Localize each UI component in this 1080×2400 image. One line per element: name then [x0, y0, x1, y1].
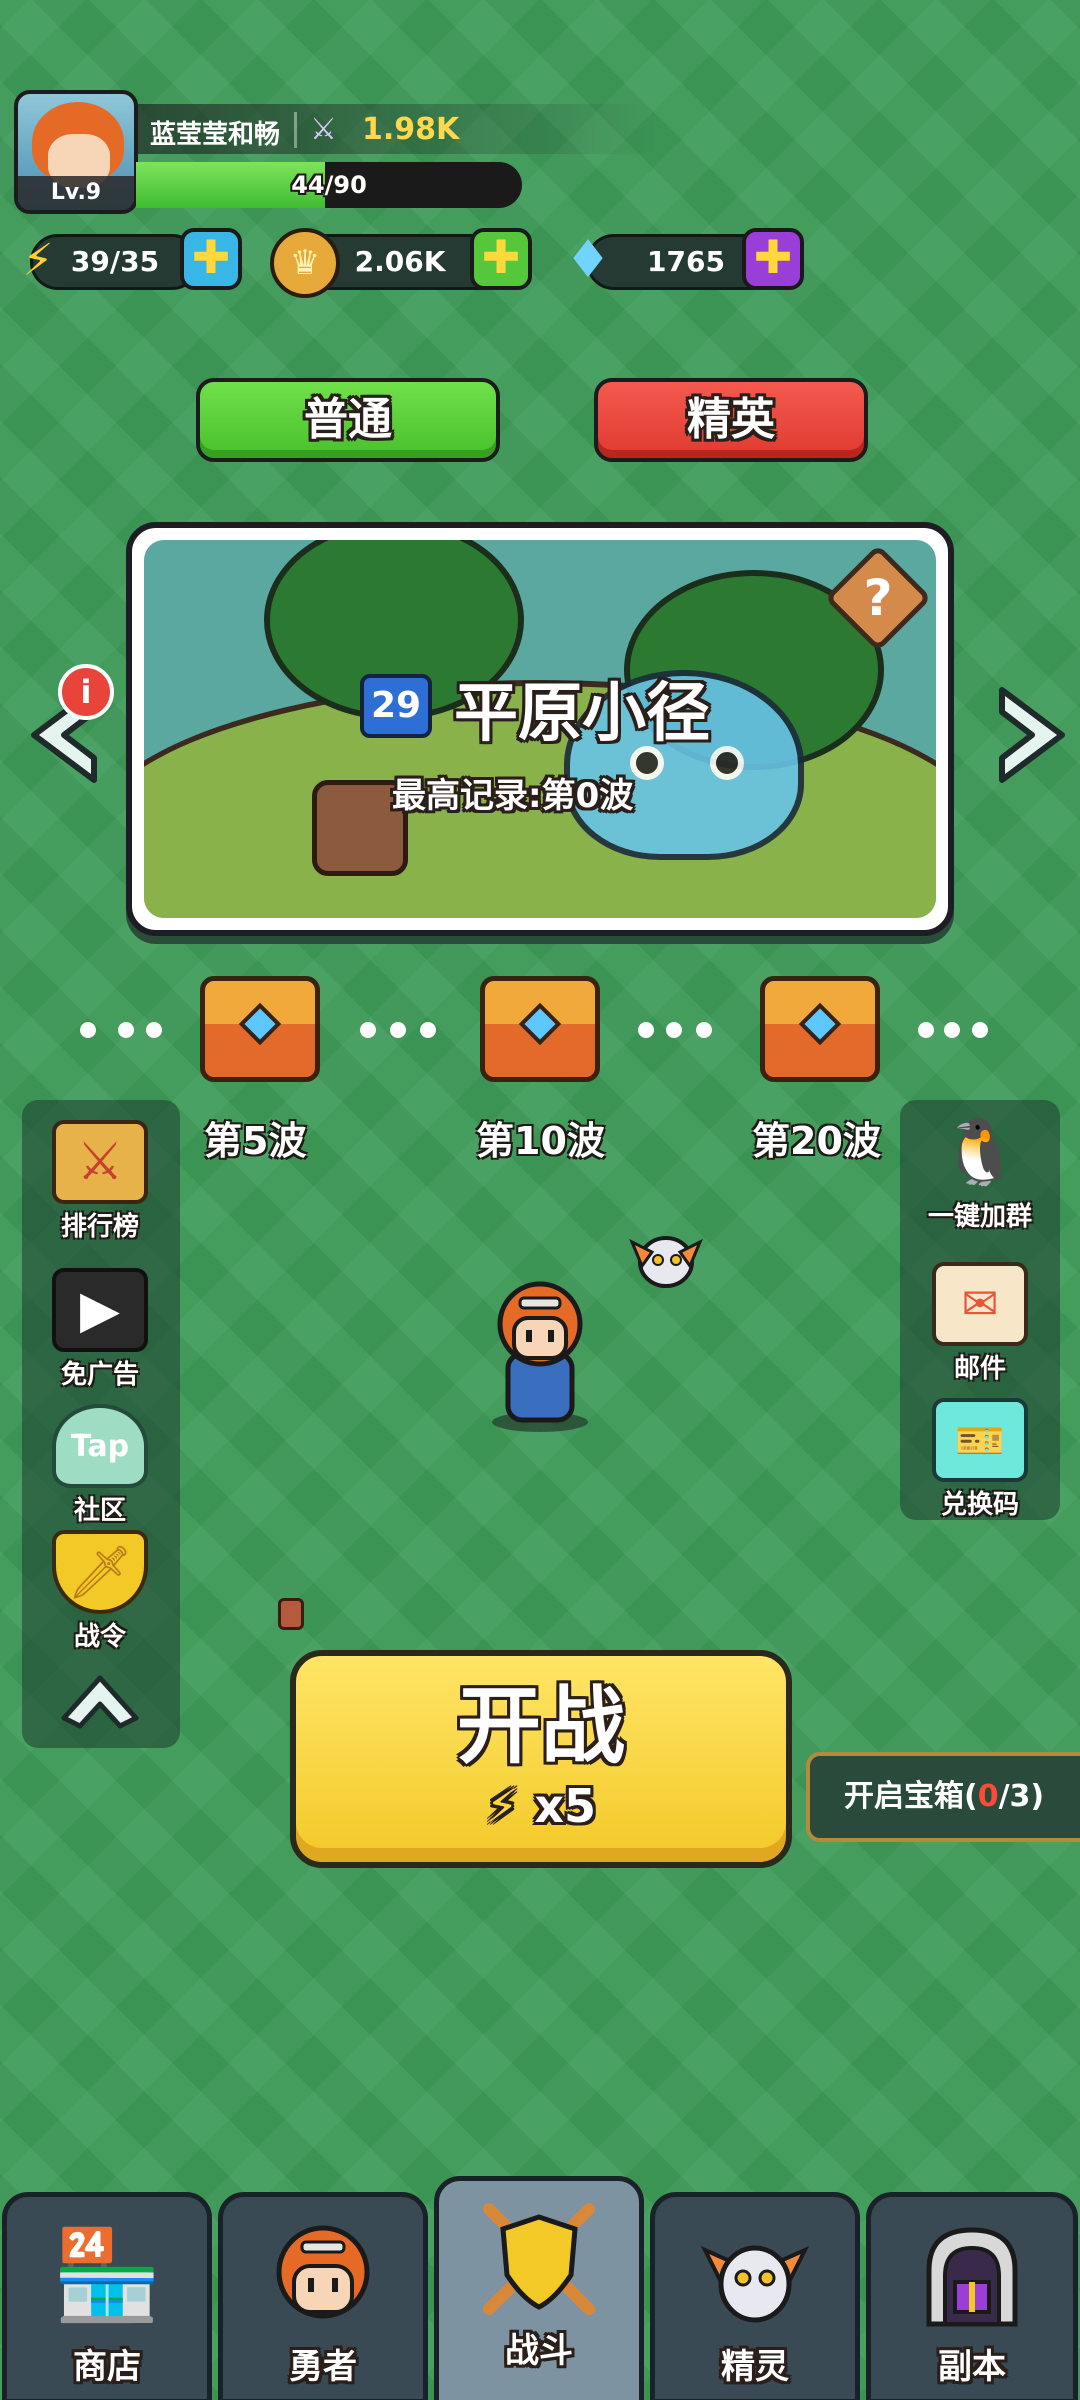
header-divider — [294, 112, 297, 148]
progress-dot — [390, 1022, 406, 1038]
stage-card[interactable]: ? 29 平原小径 最高记录:第0波 — [126, 522, 954, 936]
tap-cloud-icon: Tap — [52, 1404, 148, 1488]
nav-spirit-label: 精灵 — [721, 2347, 789, 2387]
dungeon-icon — [907, 2215, 1037, 2335]
progress-dot — [638, 1022, 654, 1038]
shield-sword-icon: 🗡 — [52, 1530, 148, 1614]
energy-cost: x5 — [534, 1779, 596, 1833]
progress-dot — [360, 1022, 376, 1038]
open-chest-button[interactable]: 开启宝箱(0/3) — [806, 1752, 1080, 1842]
progress-dot — [420, 1022, 436, 1038]
collapse-menu-chevron-up-icon[interactable] — [58, 1672, 142, 1732]
mail-label: 邮件 — [953, 1354, 1006, 1384]
player-avatar[interactable]: Lv.9 — [14, 90, 138, 214]
spirit-bird-icon — [700, 2245, 810, 2323]
elite-mode-button[interactable]: 精英 — [594, 378, 868, 462]
progress-dot — [666, 1022, 682, 1038]
add-energy-button[interactable]: ✚ — [180, 228, 242, 290]
no-ads-button[interactable]: ▶ 免广告 — [30, 1268, 170, 1391]
add-gold-button[interactable]: ✚ — [470, 228, 532, 290]
progress-dot — [696, 1022, 712, 1038]
start-battle-label: 开战 — [456, 1677, 625, 1775]
video-icon: ▶ — [52, 1268, 148, 1352]
player-name: 蓝莹莹和畅 — [150, 120, 281, 150]
chest-gem-icon — [238, 1002, 282, 1046]
open-chest-suffix: /3) — [998, 1779, 1045, 1814]
penguin-icon: 🐧 — [940, 1115, 1020, 1190]
ranking-button[interactable]: ⚔ 排行榜 — [30, 1120, 170, 1243]
community-label: 社区 — [73, 1496, 126, 1526]
progress-dot — [972, 1022, 988, 1038]
open-chest-count: 0 — [977, 1779, 999, 1814]
envelope-icon: ✉ — [932, 1262, 1028, 1346]
redeem-code-label: 兑换码 — [940, 1490, 1019, 1520]
next-stage-arrow-icon[interactable] — [994, 680, 1072, 790]
ticket-icon: 🎫 — [932, 1398, 1028, 1482]
stage-record: 最高记录:第0波 — [392, 776, 634, 816]
nav-battle[interactable]: 战斗 — [434, 2176, 644, 2400]
nav-shop[interactable]: 🏪 商店 — [2, 2192, 212, 2400]
ranking-icon: ⚔ — [52, 1120, 148, 1204]
info-icon[interactable]: i — [58, 664, 114, 720]
stage-preview: ? 29 平原小径 最高记录:第0波 — [144, 540, 936, 918]
chest-gem-icon — [798, 1002, 842, 1046]
start-battle-cost: ⚡ x5 — [296, 1776, 786, 1836]
nav-dungeon-label: 副本 — [938, 2347, 1006, 2387]
join-group-button[interactable]: 🐧 一键加群 — [910, 1110, 1050, 1233]
wave-20-label: 第20波 — [752, 1119, 881, 1163]
nav-hero-label: 勇者 — [289, 2347, 357, 2387]
nav-hero[interactable]: 勇者 — [218, 2192, 428, 2400]
small-stump — [278, 1598, 304, 1630]
progress-dot — [944, 1022, 960, 1038]
lightning-icon: ⚡ — [22, 234, 54, 286]
normal-mode-button[interactable]: 普通 — [196, 378, 500, 462]
combat-power: 1.98K — [362, 112, 460, 147]
progress-dot — [146, 1022, 162, 1038]
start-battle-button[interactable]: 开战 ⚡ x5 — [290, 1650, 792, 1868]
lightning-icon: ⚡ — [485, 1779, 519, 1833]
pet-spirit — [629, 1236, 703, 1288]
battle-pass-button[interactable]: 🗡 战令 — [30, 1530, 170, 1653]
nav-dungeon[interactable]: 副本 — [866, 2192, 1078, 2400]
chest-gem-icon — [518, 1002, 562, 1046]
progress-dot — [118, 1022, 134, 1038]
shield-swords-icon — [483, 2203, 595, 2315]
redeem-code-button[interactable]: 🎫 兑换码 — [910, 1398, 1050, 1521]
wave-10-chest[interactable] — [480, 976, 600, 1082]
progress-dot — [80, 1022, 96, 1038]
crown-coin-icon: ♛ — [270, 228, 340, 298]
progress-dot — [918, 1022, 934, 1038]
hero-icon — [258, 2215, 388, 2335]
community-button[interactable]: Tap 社区 — [30, 1404, 170, 1527]
question-mark-icon: ? — [863, 569, 893, 627]
xp-text: 44/90 — [291, 171, 367, 199]
dungeon-gate-icon — [926, 2227, 1018, 2327]
battle-pass-label: 战令 — [73, 1622, 126, 1652]
spirit-icon — [690, 2215, 820, 2335]
swords-icon: ⚔ — [310, 112, 337, 147]
hero-character — [492, 1281, 588, 1432]
mail-button[interactable]: ✉ 邮件 — [910, 1262, 1050, 1385]
nav-shop-label: 商店 — [73, 2347, 141, 2387]
battle-icon — [474, 2199, 604, 2319]
shop-icon: 🏪 — [52, 2223, 162, 2326]
slime-eye-right — [710, 746, 744, 780]
open-chest-prefix: 开启宝箱( — [844, 1779, 978, 1814]
wave-10-label: 第10波 — [476, 1119, 605, 1163]
nav-spirit[interactable]: 精灵 — [650, 2192, 860, 2400]
hero-face-icon — [276, 2225, 370, 2319]
diamond-icon: ♦ — [564, 230, 612, 290]
player-level: Lv.9 — [18, 176, 134, 210]
join-group-label: 一键加群 — [927, 1202, 1032, 1232]
wave-20-chest[interactable] — [760, 976, 880, 1082]
stage-number: 29 — [360, 674, 432, 738]
wave-5-label: 第5波 — [204, 1119, 307, 1163]
add-gems-button[interactable]: ✚ — [742, 228, 804, 290]
xp-bar: 44/90 — [136, 162, 522, 208]
ranking-label: 排行榜 — [60, 1212, 139, 1242]
stage-name: 平原小径 — [454, 677, 710, 751]
no-ads-label: 免广告 — [60, 1360, 139, 1390]
wave-5-chest[interactable] — [200, 976, 320, 1082]
nav-battle-label: 战斗 — [505, 2331, 573, 2371]
